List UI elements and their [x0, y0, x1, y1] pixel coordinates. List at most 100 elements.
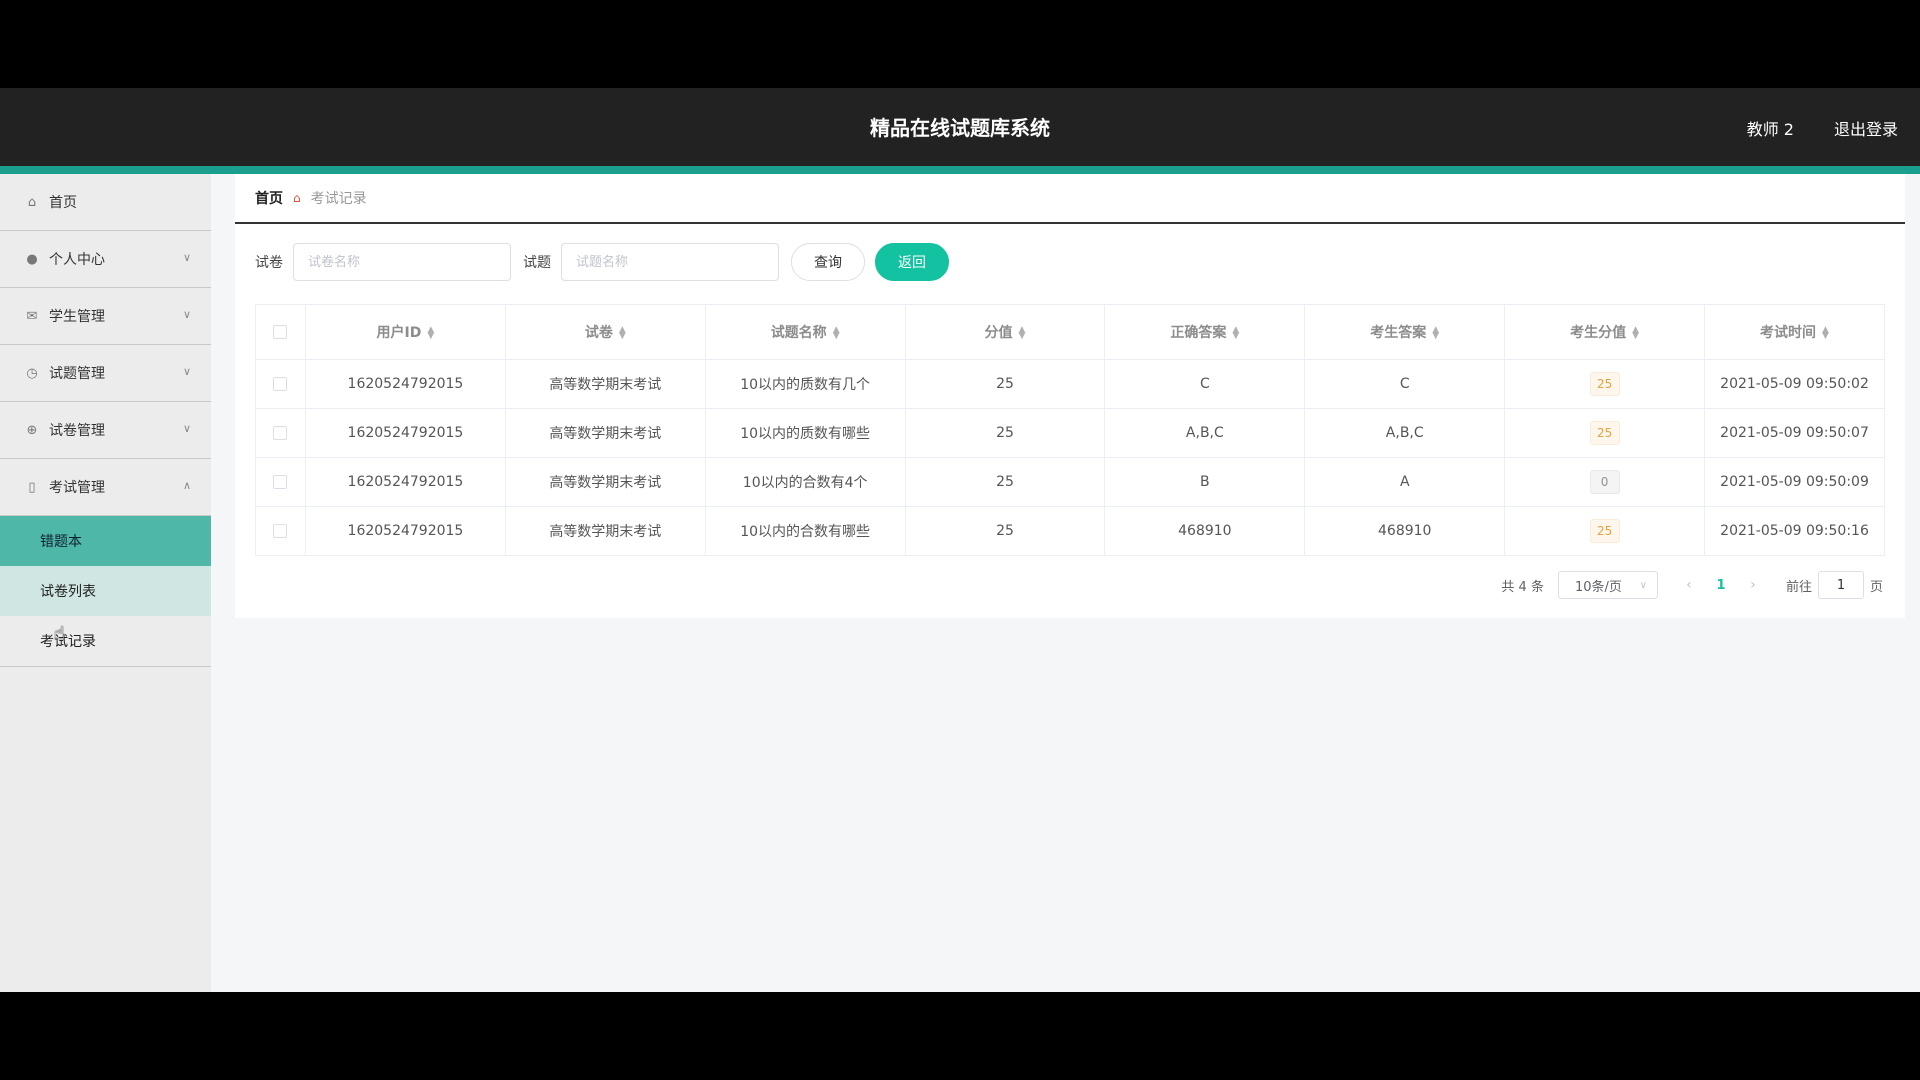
page-size-select[interactable]: 10条/页 ∨ — [1557, 571, 1658, 599]
sidebar-item-questions[interactable]: ◷ 试题管理 ∨ — [0, 345, 211, 402]
sidebar-item-label: 个人中心 — [49, 252, 105, 268]
column-header-student-answer[interactable]: 考生答案 ▲ ▼ — [1304, 304, 1506, 360]
chevron-down-icon: ∨ — [1639, 579, 1647, 591]
table-row: 1620524792015 高等数学期末考试 10以内的质数有哪些 25 A,B… — [255, 408, 1885, 458]
row-checkbox[interactable] — [273, 475, 288, 489]
cell-question: 10以内的合数有4个 — [704, 457, 906, 507]
select-all-checkbox[interactable] — [273, 325, 288, 339]
cell-student-score: 0 — [1504, 457, 1706, 507]
sort-icon[interactable]: ▲ ▼ — [1822, 326, 1829, 341]
question-search-input[interactable] — [561, 243, 779, 281]
row-checkbox[interactable] — [273, 426, 288, 440]
chevron-down-icon: ∨ — [182, 365, 191, 378]
cell-question: 10以内的合数有哪些 — [704, 506, 906, 556]
cell-student-score: 25 — [1504, 359, 1706, 409]
column-header-question[interactable]: 试题名称 ▲ ▼ — [704, 304, 906, 360]
sidebar-item-profile[interactable]: ● 个人中心 ∨ — [0, 231, 211, 288]
score-tag: 25 — [1589, 421, 1620, 445]
chevron-down-icon: ∨ — [182, 251, 191, 264]
sort-icon[interactable]: ▲ ▼ — [833, 326, 840, 341]
header-accent-bar — [0, 166, 1920, 174]
sort-icon[interactable]: ▲ ▼ — [1232, 326, 1239, 341]
cell-paper: 高等数学期末考试 — [504, 359, 706, 409]
cell-score: 25 — [904, 457, 1106, 507]
select-all-cell — [255, 304, 306, 360]
column-header-score[interactable]: 分值 ▲ ▼ — [904, 304, 1106, 360]
cell-question: 10以内的质数有几个 — [704, 359, 906, 409]
table-header-row: 用户ID ▲ ▼ 试卷 ▲ ▼ 试题名称 ▲ ▼ 分值 ▲ ▼ 正确答案 ▲ ▼ 考生答案 ▲ ▼ 考生… — [255, 304, 1885, 360]
breadcrumb-home[interactable]: 首页 — [255, 188, 283, 208]
column-header-exam-time[interactable]: 考试时间 ▲ ▼ — [1704, 304, 1885, 360]
sidebar-item-students[interactable]: ✉ 学生管理 ∨ — [0, 288, 211, 345]
chevron-down-icon: ∨ — [182, 308, 191, 321]
sidebar-item-label: 学生管理 — [49, 309, 105, 325]
query-button[interactable]: 查询 — [791, 243, 865, 281]
sort-icon[interactable]: ▲ ▼ — [1019, 326, 1026, 341]
screen: 精品在线试题库系统 教师 2 退出登录 ⌂ 首页 ● 个人中心 ∨ ✉ 学生管理… — [0, 0, 1920, 1080]
cell-student-answer: A,B,C — [1304, 408, 1506, 458]
cell-student-score: 25 — [1504, 408, 1706, 458]
page-suffix: 页 — [1869, 579, 1883, 595]
cell-student-score: 25 — [1504, 506, 1706, 556]
sort-icon[interactable]: ▲ ▼ — [1632, 326, 1639, 341]
sort-icon[interactable]: ▲ ▼ — [427, 326, 434, 341]
cell-student-answer: 468910 — [1304, 506, 1506, 556]
cell-exam-time: 2021-05-09 09:50:16 — [1704, 506, 1885, 556]
chevron-up-icon: ∧ — [182, 479, 191, 492]
search-bar: 试卷 试题 查询 返回 — [255, 242, 1885, 282]
cell-student-answer: A — [1304, 457, 1506, 507]
page-size-value: 10条/页 — [1574, 579, 1622, 595]
user-icon: ● — [26, 251, 38, 267]
table-row: 1620524792015 高等数学期末考试 10以内的合数有4个 25 B A… — [255, 457, 1885, 507]
pagination: 共 4 条 10条/页 ∨ ‹ 1 › 前往 页 — [255, 570, 1885, 600]
score-tag: 0 — [1589, 470, 1620, 494]
breadcrumb-current: 考试记录 — [310, 191, 367, 207]
submenu-item-paper-list[interactable]: 试卷列表 — [0, 566, 211, 616]
cell-question: 10以内的质数有哪些 — [704, 408, 906, 458]
next-page-icon[interactable]: › — [1738, 577, 1768, 593]
prev-page-icon[interactable]: ‹ — [1674, 577, 1704, 593]
sidebar-item-papers[interactable]: ⊕ 试卷管理 ∨ — [0, 402, 211, 459]
sidebar-item-home[interactable]: ⌂ 首页 — [0, 174, 211, 231]
main-content: 首页 ⌂ 考试记录 试卷 试题 查询 返回 用户ID — [235, 174, 1905, 618]
row-checkbox[interactable] — [273, 377, 288, 391]
sidebar-item-exams[interactable]: ▯ 考试管理 ∧ — [0, 459, 211, 516]
paper-search-input[interactable] — [293, 243, 511, 281]
submenu-item-exam-records[interactable]: 考试记录 — [0, 616, 211, 666]
column-header-user-id[interactable]: 用户ID ▲ ▼ — [304, 304, 506, 360]
submenu-item-wrong-questions[interactable]: 错题本 — [0, 516, 211, 566]
sidebar-item-label: 试卷管理 — [49, 423, 105, 439]
clipboard-icon: ▯ — [28, 479, 36, 495]
cell-correct-answer: 468910 — [1104, 506, 1306, 556]
page-jump-input[interactable] — [1817, 571, 1864, 599]
column-header-student-score[interactable]: 考生分值 ▲ ▼ — [1504, 304, 1706, 360]
chevron-down-icon: ∨ — [182, 422, 191, 435]
sidebar: ⌂ 首页 ● 个人中心 ∨ ✉ 学生管理 ∨ ◷ 试题管理 ∨ ⊕ 试卷管理 ∨ — [0, 174, 211, 992]
table-row: 1620524792015 高等数学期末考试 10以内的质数有几个 25 C C… — [255, 359, 1885, 409]
sidebar-item-label: 考试管理 — [49, 480, 105, 496]
app-window: 精品在线试题库系统 教师 2 退出登录 ⌂ 首页 ● 个人中心 ∨ ✉ 学生管理… — [0, 88, 1920, 992]
cell-user-id: 1620524792015 — [304, 359, 506, 409]
sort-icon[interactable]: ▲ ▼ — [1432, 326, 1439, 341]
sort-icon[interactable]: ▲ ▼ — [619, 326, 626, 341]
cell-paper: 高等数学期末考试 — [504, 457, 706, 507]
hand-cursor-icon: ☝ — [54, 623, 65, 644]
total-count: 共 4 条 — [1501, 579, 1544, 595]
goto-label: 前往 — [1785, 579, 1812, 595]
cell-paper: 高等数学期末考试 — [504, 506, 706, 556]
mail-icon: ✉ — [26, 308, 38, 324]
breadcrumb-home-icon: ⌂ — [293, 191, 301, 205]
records-panel: 试卷 试题 查询 返回 用户ID▲▼ 试卷▲▼ 试题名称▲▼ 分值▲ — [235, 224, 1905, 618]
home-icon: ⌂ — [27, 194, 37, 210]
column-header-paper[interactable]: 试卷 ▲ ▼ — [504, 304, 706, 360]
clock-icon: ◷ — [26, 365, 38, 381]
row-checkbox[interactable] — [273, 524, 288, 538]
back-button[interactable]: 返回 — [875, 243, 949, 281]
score-tag: 25 — [1589, 519, 1620, 543]
current-user: 教师 2 — [1746, 120, 1794, 139]
column-header-correct-answer[interactable]: 正确答案 ▲ ▼ — [1104, 304, 1306, 360]
breadcrumb: 首页 ⌂ 考试记录 — [235, 174, 1905, 224]
logout-link[interactable]: 退出登录 — [1834, 116, 1898, 140]
page-number-current[interactable]: 1 — [1704, 578, 1738, 593]
top-header: 精品在线试题库系统 教师 2 退出登录 — [0, 88, 1920, 166]
